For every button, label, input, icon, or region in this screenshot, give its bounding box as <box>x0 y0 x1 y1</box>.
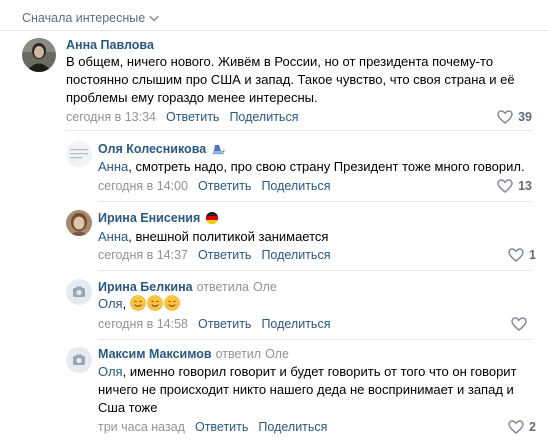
reply-author[interactable]: Максим Максимов <box>98 347 212 361</box>
reply-text-body: , <box>122 296 130 311</box>
mention-link[interactable]: Анна <box>98 159 128 174</box>
separator <box>66 130 532 131</box>
heart-icon <box>511 317 527 331</box>
comment-author[interactable]: Анна Павлова <box>66 38 154 52</box>
like-button[interactable]: 1 <box>508 246 536 264</box>
replied-to-link[interactable]: Оле <box>253 280 277 294</box>
reply-button[interactable]: Ответить <box>198 317 251 331</box>
replied-to-link[interactable]: Оле <box>265 347 289 361</box>
heart-icon <box>508 248 524 262</box>
reply-text: Оля, именно говорил говорит и будет гово… <box>98 363 534 417</box>
like-button[interactable]: 13 <box>497 177 532 195</box>
mention-link[interactable]: Анна <box>98 229 128 244</box>
reply-author[interactable]: Ирина Енисения <box>98 211 200 225</box>
top-separator <box>0 30 548 31</box>
chevron-down-icon <box>149 13 159 23</box>
like-count: 1 <box>529 248 536 262</box>
like-button[interactable]: 2 <box>508 418 536 436</box>
comment-date[interactable]: сегодня в 13:34 <box>66 110 156 124</box>
smile-emoji-icon <box>147 295 163 311</box>
reply-text: Оля, <box>98 295 538 313</box>
avatar[interactable] <box>66 210 92 236</box>
reply-text: Анна, смотреть надо, про свою страну Пре… <box>98 158 538 176</box>
like-count: 2 <box>529 420 536 434</box>
separator <box>98 270 532 271</box>
separator <box>98 339 532 340</box>
camera-placeholder-icon[interactable] <box>66 279 92 305</box>
separator <box>98 201 532 202</box>
reply-author[interactable]: Оля Колесникова <box>98 142 206 156</box>
heart-icon <box>497 179 513 193</box>
heart-icon <box>497 110 513 124</box>
smile-emoji-icon <box>130 295 146 311</box>
reply-date[interactable]: сегодня в 14:00 <box>98 179 188 193</box>
reply-date[interactable]: три часа назад <box>98 420 185 434</box>
like-count: 13 <box>518 179 532 193</box>
reply-button[interactable]: Ответить <box>195 420 248 434</box>
replied-word: ответила <box>196 280 250 294</box>
share-button[interactable]: Поделиться <box>229 110 298 124</box>
share-button[interactable]: Поделиться <box>261 179 330 193</box>
reply-text-body: , смотреть надо, про свою страну Президе… <box>128 159 525 174</box>
smile-emoji-icon <box>164 295 180 311</box>
reply-button[interactable]: Ответить <box>198 179 251 193</box>
reply-text: Анна, внешной политикой занимается <box>98 228 538 246</box>
skating-emoji-icon <box>211 143 225 155</box>
reply-text-body: , внешной политикой занимается <box>128 229 329 244</box>
share-button[interactable]: Поделиться <box>261 248 330 262</box>
like-button[interactable] <box>511 315 532 333</box>
germany-flag-icon <box>205 212 219 224</box>
avatar[interactable] <box>66 141 92 167</box>
reply-text-body: , именно говорил говорит и будет говорит… <box>98 364 517 415</box>
reply-button[interactable]: Ответить <box>166 110 219 124</box>
share-button[interactable]: Поделиться <box>261 317 330 331</box>
like-button[interactable]: 39 <box>497 108 532 126</box>
mention-link[interactable]: Оля <box>98 296 123 311</box>
like-count: 39 <box>518 110 532 124</box>
reply-date[interactable]: сегодня в 14:58 <box>98 317 188 331</box>
reply-date[interactable]: сегодня в 14:37 <box>98 248 188 262</box>
heart-icon <box>508 420 524 434</box>
mention-link[interactable]: Оля <box>98 364 123 379</box>
sort-dropdown[interactable]: Сначала интересные <box>22 9 159 27</box>
sort-label: Сначала интересные <box>22 11 146 25</box>
reply-button[interactable]: Ответить <box>198 248 251 262</box>
reply-author[interactable]: Ирина Белкина <box>98 280 193 294</box>
replied-word: ответил <box>215 347 262 361</box>
comment-text: В общем, ничего нового. Живём в России, … <box>66 54 515 105</box>
avatar[interactable] <box>22 38 56 72</box>
share-button[interactable]: Поделиться <box>258 420 327 434</box>
camera-placeholder-icon[interactable] <box>66 347 92 373</box>
